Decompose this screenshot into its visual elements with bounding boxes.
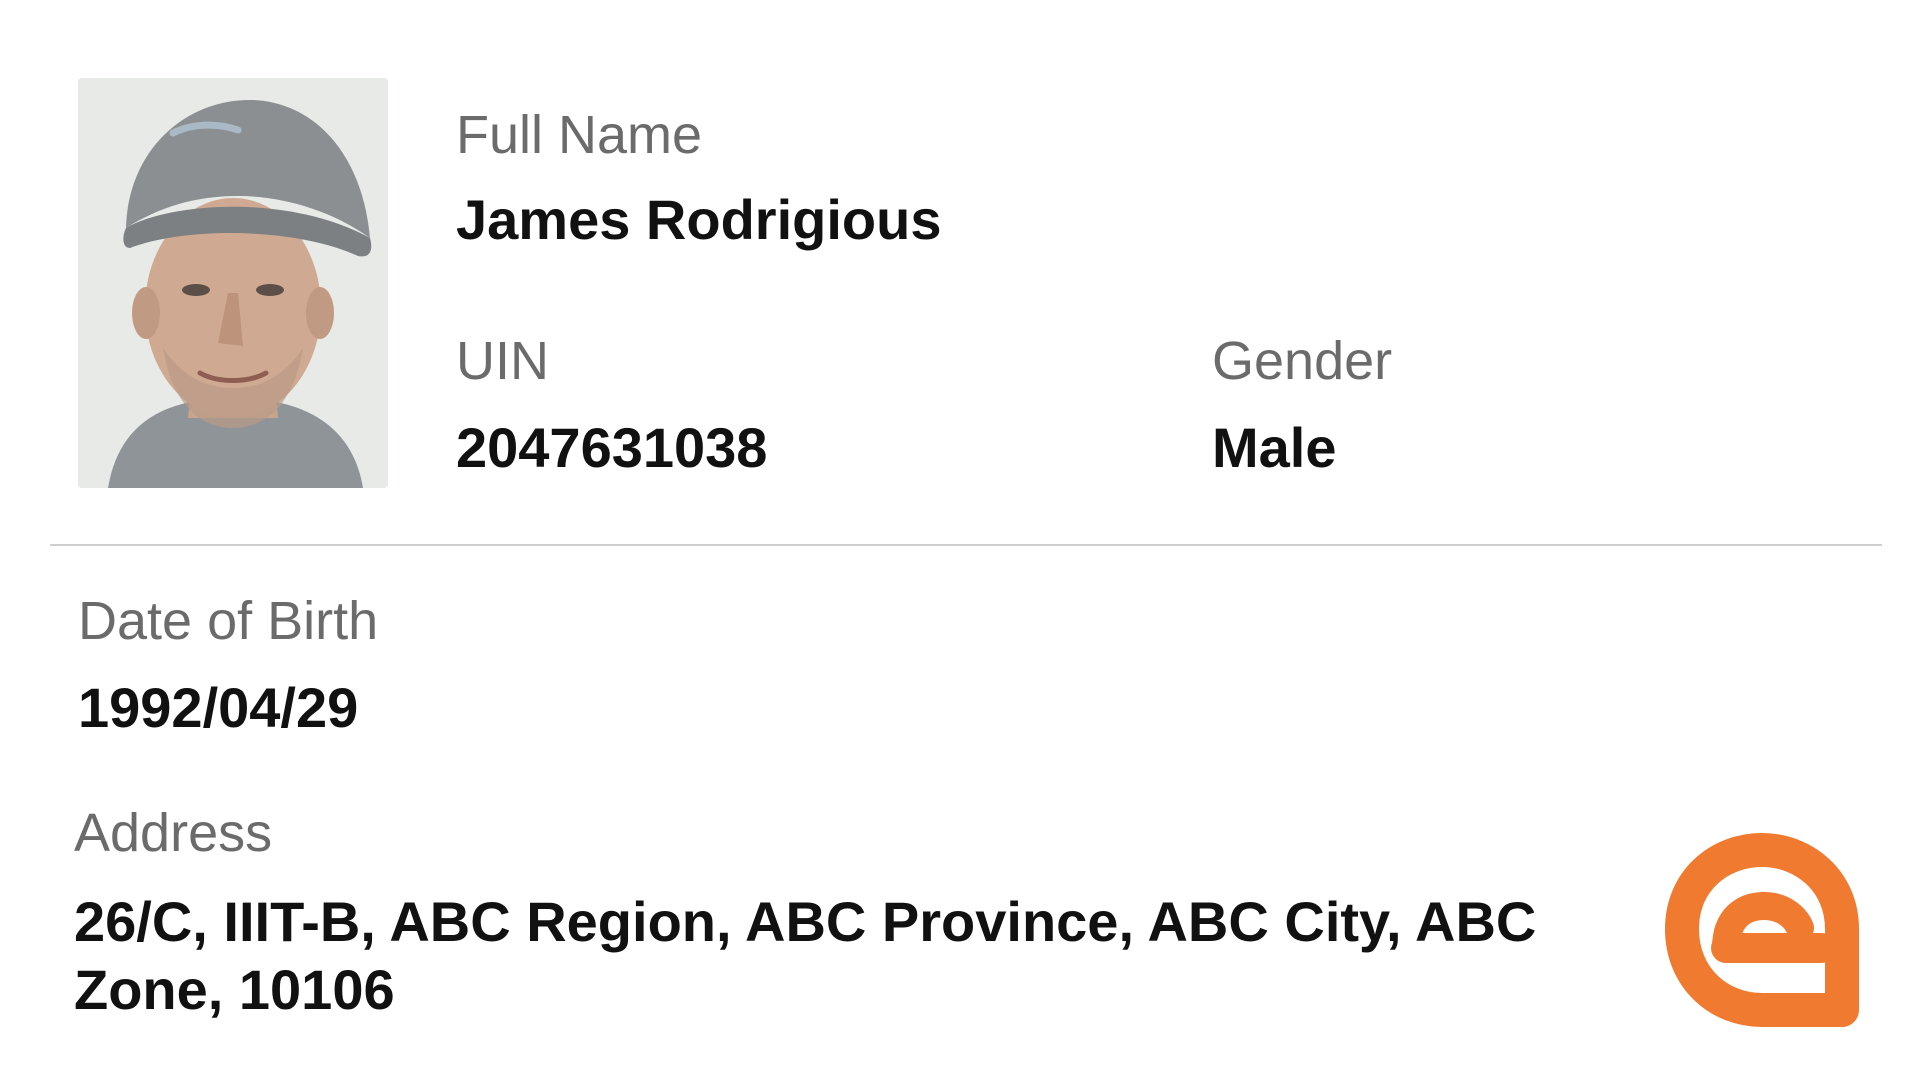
- date-of-birth-value: 1992/04/29: [78, 676, 359, 739]
- address-label: Address: [74, 803, 273, 863]
- uin-label: UIN: [456, 331, 549, 391]
- brand-logo-icon: [1656, 828, 1868, 1030]
- full-name-value: James Rodrigious: [456, 188, 942, 251]
- identity-card: Full Name James Rodrigious UIN 204763103…: [0, 0, 1920, 1080]
- portrait-illustration: [78, 78, 388, 488]
- full-name-label: Full Name: [456, 105, 703, 165]
- section-divider: [50, 544, 1882, 546]
- address-value: 26/C, IIIT-B, ABC Region, ABC Province, …: [74, 890, 1537, 1021]
- date-of-birth-label: Date of Birth: [78, 591, 379, 651]
- profile-photo: [78, 78, 388, 488]
- gender-label: Gender: [1212, 331, 1393, 391]
- uin-value: 2047631038: [456, 416, 768, 479]
- gender-value: Male: [1212, 416, 1337, 479]
